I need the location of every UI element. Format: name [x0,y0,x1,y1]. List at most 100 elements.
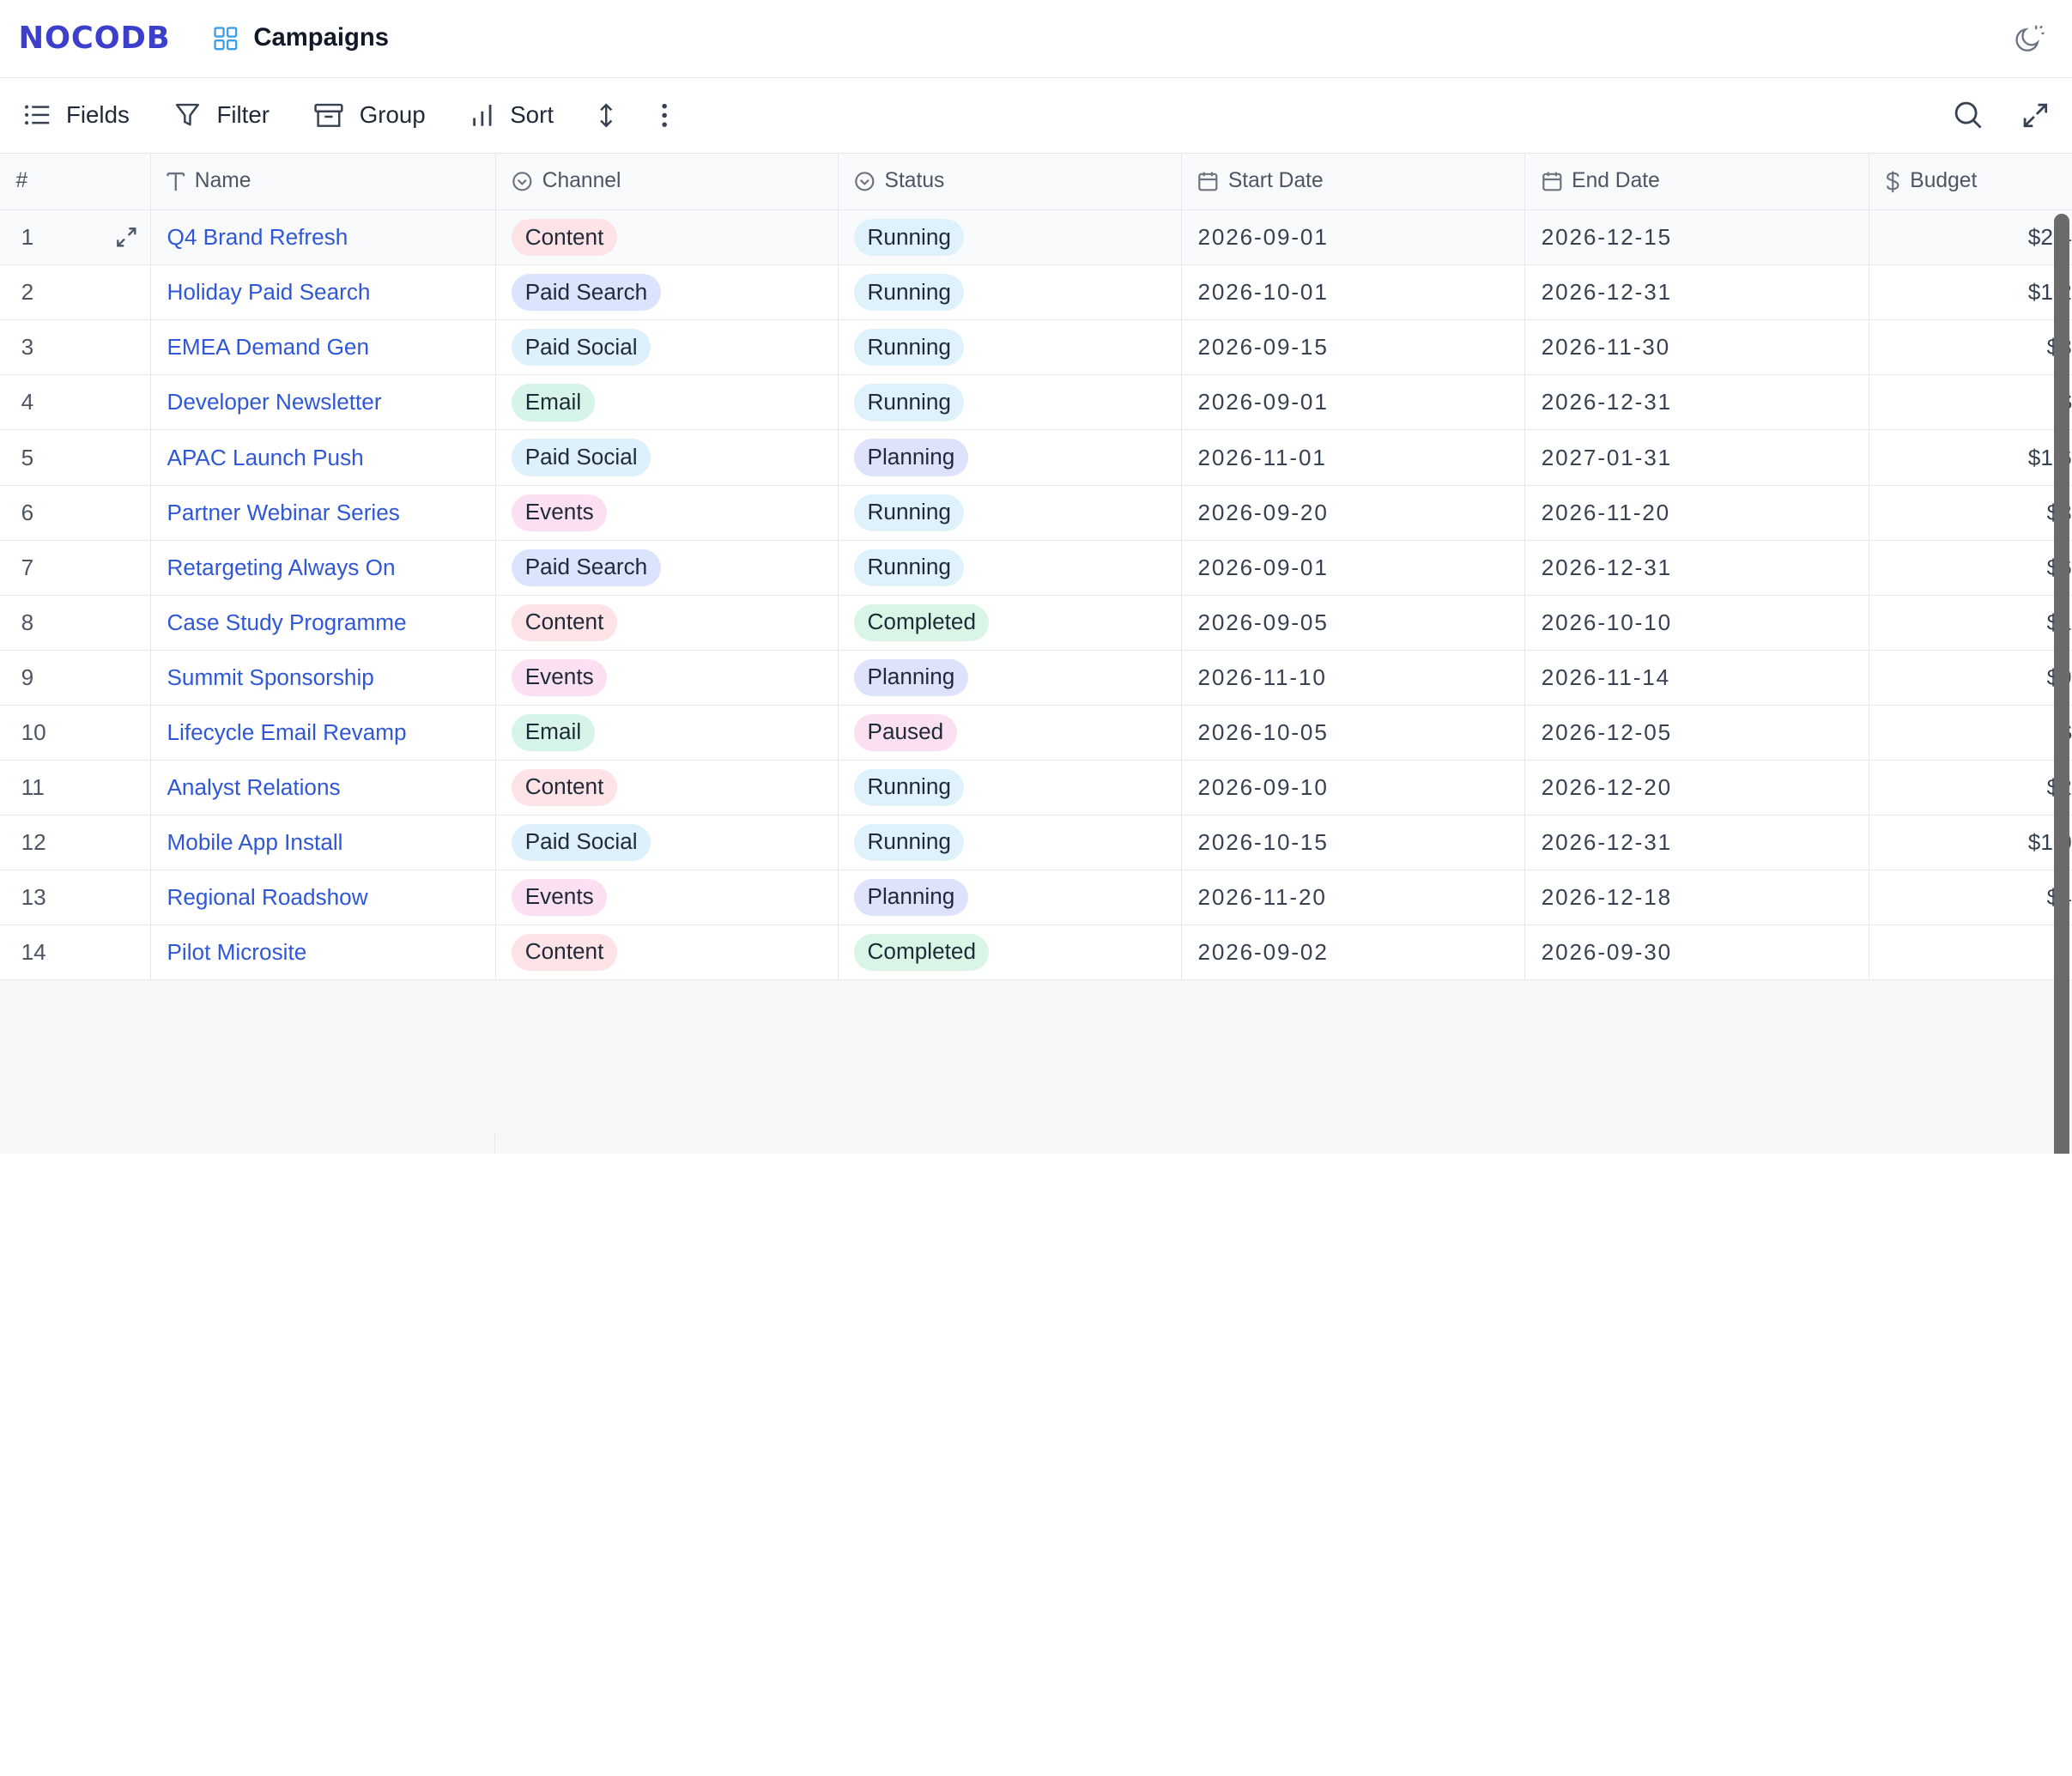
start-date-cell[interactable]: 2026-09-15 [1181,319,1526,376]
budget-cell[interactable]: $ [1869,705,2072,761]
channel-cell[interactable]: Email [495,705,839,761]
start-date-cell[interactable]: 2026-09-02 [1181,924,1526,980]
name-cell[interactable]: Pilot Microsite [150,924,496,980]
end-date-cell[interactable]: 2026-11-30 [1524,319,1869,376]
name-cell[interactable]: Summit Sponsorship [150,650,496,706]
channel-cell[interactable]: Email [495,374,839,431]
search-button[interactable] [1954,100,1983,130]
column-header-end-date[interactable]: End Date [1524,153,1869,211]
name-cell[interactable]: Analyst Relations [150,760,496,815]
budget-cell[interactable]: $9 [1869,650,2072,706]
more-options-button[interactable] [659,102,669,129]
end-date-cell[interactable]: 2026-12-05 [1524,705,1869,761]
row-height-button[interactable] [598,102,614,129]
status-cell[interactable]: Planning [838,870,1182,925]
row-number-cell[interactable]: 14 [0,924,152,980]
budget-cell[interactable]: $8 [1869,319,2072,376]
name-cell[interactable]: Regional Roadshow [150,870,496,925]
end-date-cell[interactable]: 2026-12-31 [1524,374,1869,431]
start-date-cell[interactable]: 2026-09-20 [1181,485,1526,541]
row-number-cell[interactable]: 3 [0,319,152,376]
name-cell[interactable]: Developer Newsletter [150,374,496,431]
budget-cell[interactable]: $2 [1869,760,2072,815]
group-button[interactable]: Group [314,101,426,129]
table-row[interactable]: 9 Summit Sponsorship Events Planning 202… [0,650,2072,706]
channel-cell[interactable]: Events [495,650,839,706]
name-cell[interactable]: APAC Launch Push [150,429,496,486]
table-row[interactable]: 1 Q4 Brand Refresh Content Running 2026-… [0,209,2072,266]
table-row[interactable]: 2 Holiday Paid Search Paid Search Runnin… [0,264,2072,321]
start-date-cell[interactable]: 2026-11-10 [1181,650,1526,706]
fullscreen-button[interactable] [2022,102,2049,129]
table-row[interactable]: 5 APAC Launch Push Paid Social Planning … [0,429,2072,486]
vertical-scrollbar[interactable] [2053,214,2070,1155]
budget-cell[interactable]: $ [1869,374,2072,431]
end-date-cell[interactable]: 2026-12-15 [1524,209,1869,266]
channel-cell[interactable]: Paid Social [495,429,839,486]
filter-button[interactable]: Filter [174,101,270,129]
table-row[interactable]: 12 Mobile App Install Paid Social Runnin… [0,815,2072,870]
column-header-number[interactable]: # [0,153,152,211]
start-date-cell[interactable]: 2026-10-01 [1181,264,1526,321]
status-cell[interactable]: Paused [838,705,1182,761]
budget-cell[interactable]: $1,2 [1869,264,2072,321]
budget-cell[interactable]: $1,0 [1869,815,2072,870]
end-date-cell[interactable]: 2026-10-10 [1524,595,1869,651]
column-header-channel[interactable]: Channel [495,153,839,211]
table-row[interactable]: 14 Pilot Microsite Content Completed 202… [0,924,2072,980]
column-header-name[interactable]: Name [150,153,496,211]
status-cell[interactable]: Planning [838,650,1182,706]
table-row[interactable]: 8 Case Study Programme Content Completed… [0,595,2072,651]
end-date-cell[interactable]: 2026-12-18 [1524,870,1869,925]
column-header-status[interactable]: Status [838,153,1182,211]
channel-cell[interactable]: Paid Social [495,815,839,870]
row-number-cell[interactable]: 6 [0,485,152,541]
row-number-cell[interactable]: 11 [0,760,152,815]
name-cell[interactable]: Case Study Programme [150,595,496,651]
budget-cell[interactable]: $6 [1869,540,2072,596]
table-row[interactable]: 11 Analyst Relations Content Running 202… [0,760,2072,815]
status-cell[interactable]: Completed [838,595,1182,651]
table-row[interactable]: 4 Developer Newsletter Email Running 202… [0,374,2072,431]
end-date-cell[interactable]: 2027-01-31 [1524,429,1869,486]
channel-cell[interactable]: Events [495,485,839,541]
budget-cell[interactable]: $3 [1869,485,2072,541]
status-cell[interactable]: Running [838,760,1182,815]
end-date-cell[interactable]: 2026-11-20 [1524,485,1869,541]
theme-toggle-icon[interactable] [2011,21,2045,56]
column-header-start-date[interactable]: Start Date [1181,153,1526,211]
row-number-cell[interactable]: 10 [0,705,152,761]
budget-cell[interactable]: $2,4 [1869,209,2072,266]
table-row[interactable]: 3 EMEA Demand Gen Paid Social Running 20… [0,319,2072,376]
status-cell[interactable]: Running [838,540,1182,596]
end-date-cell[interactable]: 2026-11-14 [1524,650,1869,706]
status-cell[interactable]: Completed [838,924,1182,980]
fields-button[interactable]: Fields [24,101,130,129]
row-number-cell[interactable]: 7 [0,540,152,596]
end-date-cell[interactable]: 2026-12-20 [1524,760,1869,815]
channel-cell[interactable]: Content [495,924,839,980]
start-date-cell[interactable]: 2026-09-01 [1181,540,1526,596]
start-date-cell[interactable]: 2026-11-01 [1181,429,1526,486]
row-number-cell[interactable]: 2 [0,264,152,321]
start-date-cell[interactable]: 2026-10-15 [1181,815,1526,870]
channel-cell[interactable]: Paid Search [495,264,839,321]
end-date-cell[interactable]: 2026-09-30 [1524,924,1869,980]
status-cell[interactable]: Running [838,319,1182,376]
name-cell[interactable]: Retargeting Always On [150,540,496,596]
channel-cell[interactable]: Content [495,760,839,815]
start-date-cell[interactable]: 2026-10-05 [1181,705,1526,761]
status-cell[interactable]: Running [838,815,1182,870]
sort-button[interactable]: Sort [470,101,554,129]
nocodb-logo[interactable]: NOCODB [19,19,171,58]
budget-cell[interactable] [1869,924,2072,980]
name-cell[interactable]: Lifecycle Email Revamp [150,705,496,761]
table-row[interactable]: 6 Partner Webinar Series Events Running … [0,485,2072,541]
table-title[interactable]: Campaigns [214,24,389,52]
name-cell[interactable]: Holiday Paid Search [150,264,496,321]
table-row[interactable]: 7 Retargeting Always On Paid Search Runn… [0,540,2072,596]
row-number-cell[interactable]: 4 [0,374,152,431]
status-cell[interactable]: Running [838,209,1182,266]
channel-cell[interactable]: Paid Social [495,319,839,376]
start-date-cell[interactable]: 2026-09-10 [1181,760,1526,815]
